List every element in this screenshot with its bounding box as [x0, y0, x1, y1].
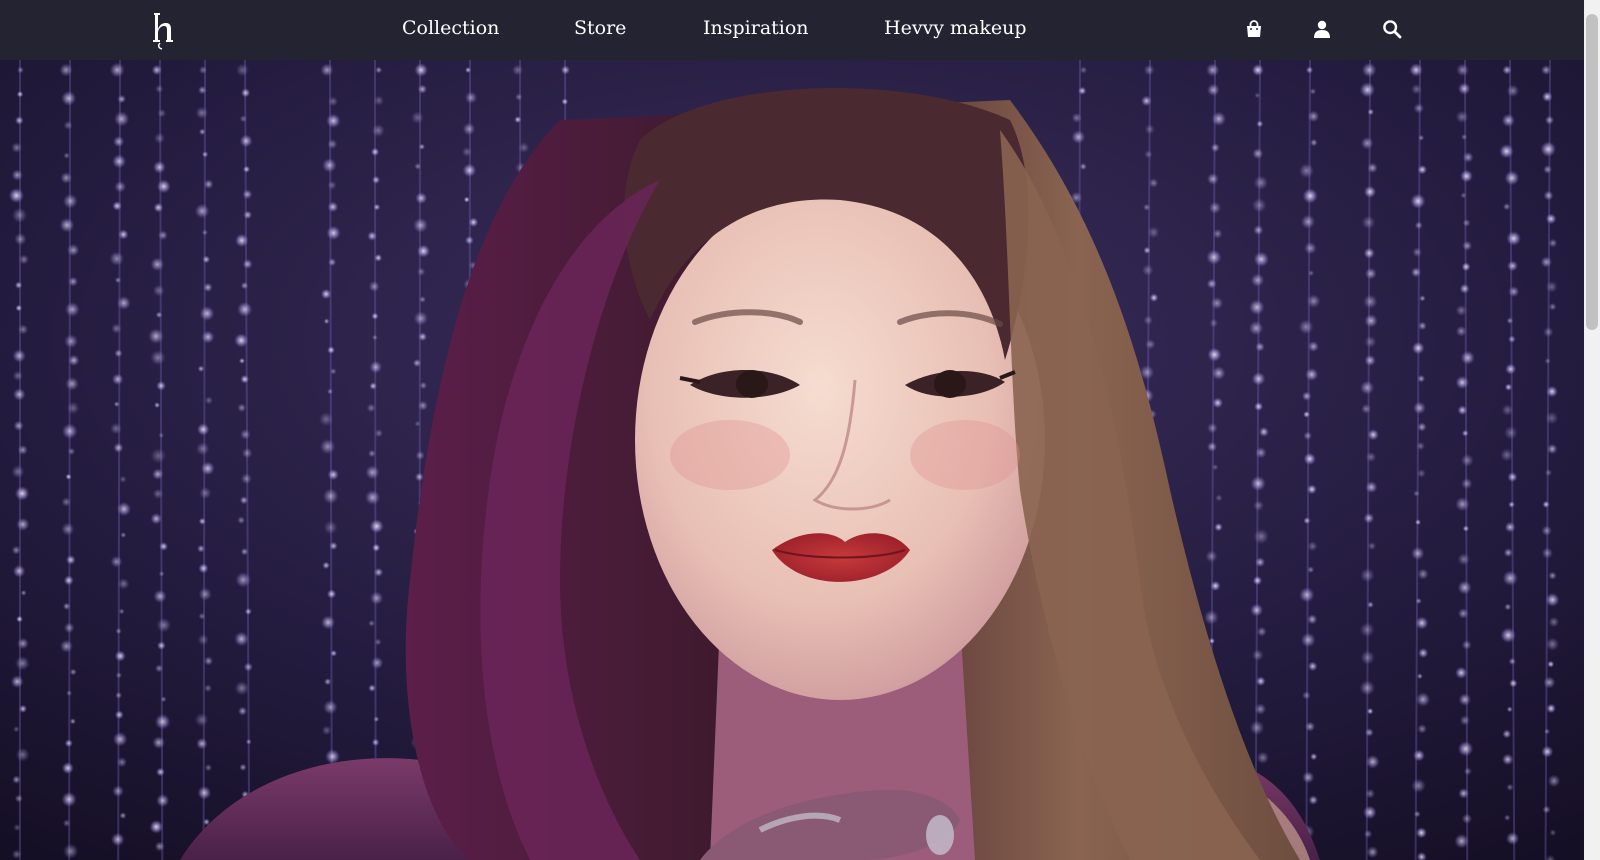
scrollbar-thumb[interactable]	[1586, 14, 1598, 330]
brand-logo-icon[interactable]	[150, 8, 174, 50]
hero-portrait-image	[0, 60, 1584, 860]
hero-banner[interactable]	[0, 60, 1584, 860]
nav-store[interactable]: Store	[574, 17, 626, 39]
nav-inspiration[interactable]: Inspiration	[703, 17, 809, 39]
user-icon[interactable]	[1311, 18, 1333, 40]
top-navigation: Collection Store Inspiration Hevvy makeu…	[0, 0, 1584, 60]
vertical-scrollbar[interactable]	[1584, 0, 1600, 860]
search-icon[interactable]	[1381, 18, 1403, 40]
shopping-bag-icon[interactable]	[1243, 18, 1265, 40]
nav-collection[interactable]: Collection	[402, 17, 499, 39]
nav-hevvy-makeup[interactable]: Hevvy makeup	[884, 17, 1027, 39]
